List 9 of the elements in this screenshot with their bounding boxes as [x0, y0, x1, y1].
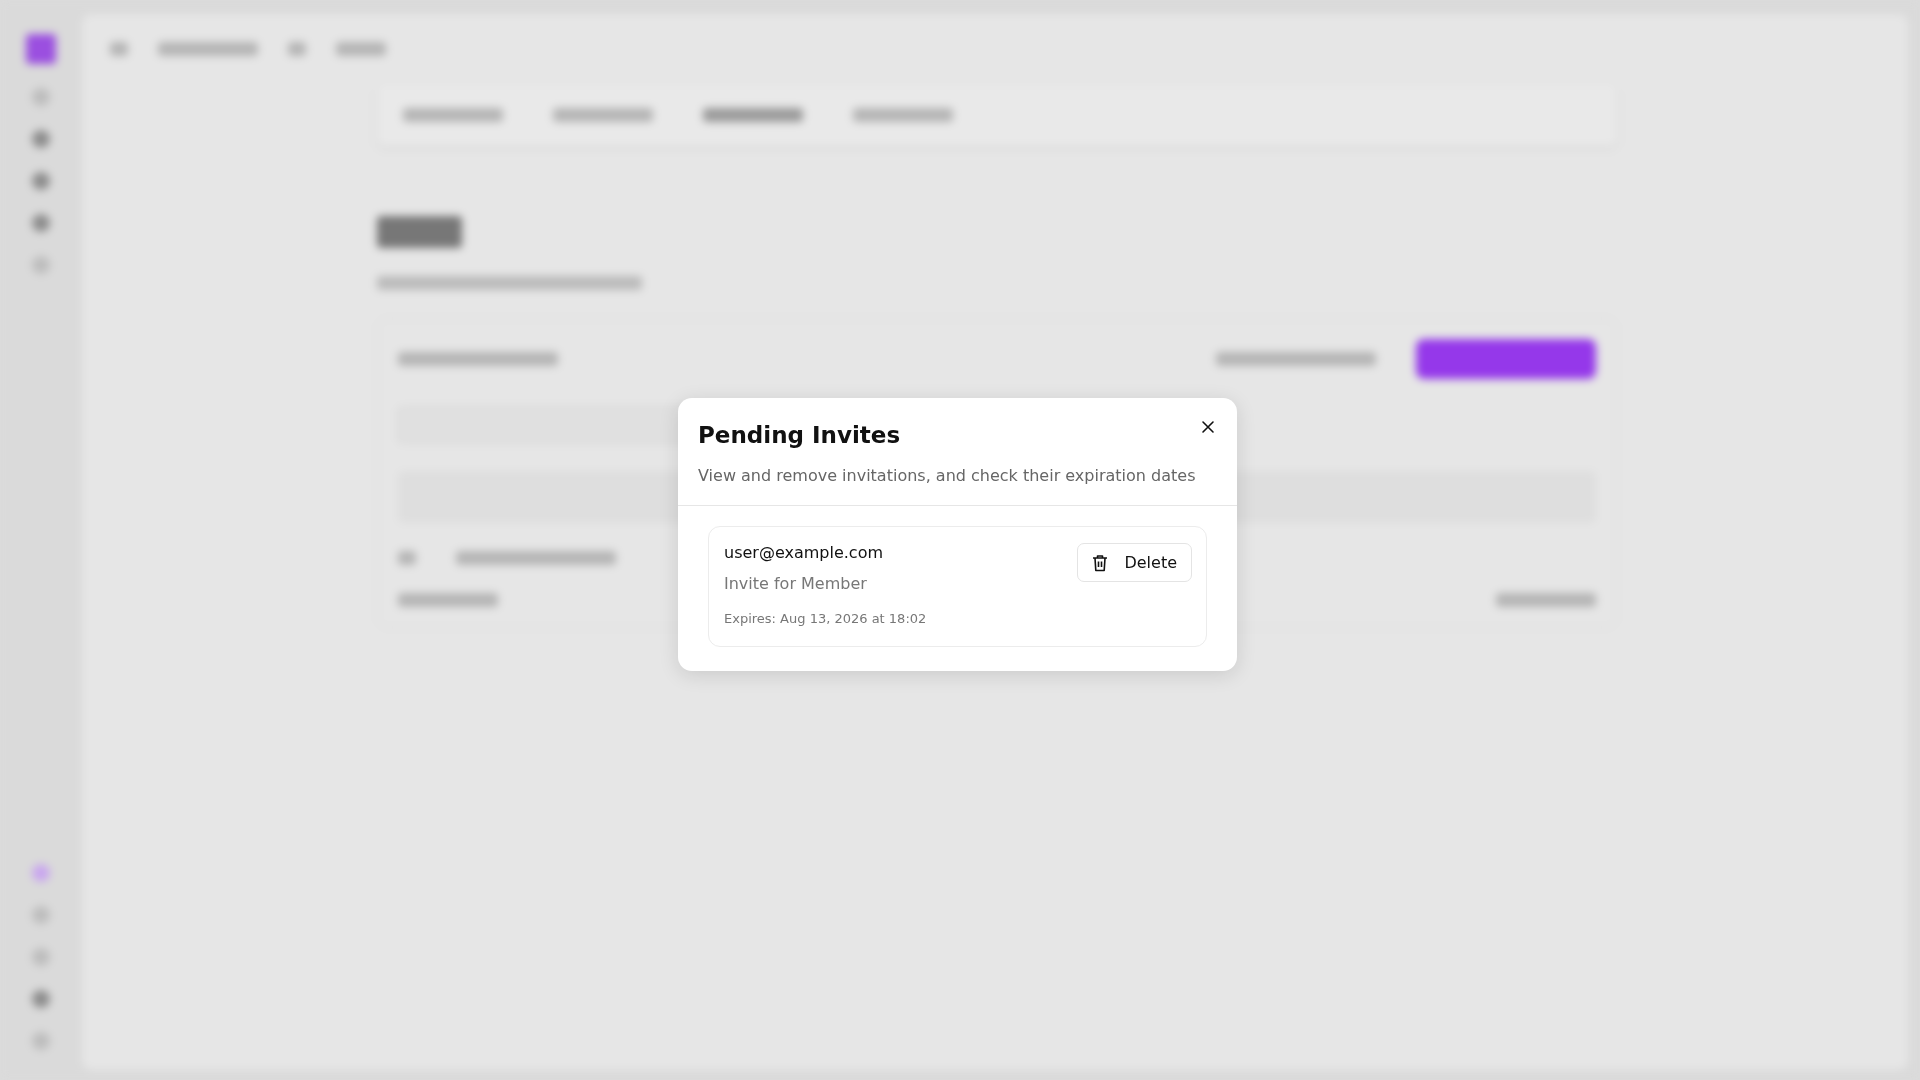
close-icon	[1201, 420, 1215, 434]
invite-expiry: Expires: Aug 13, 2026 at 18:02	[724, 611, 927, 626]
delete-button[interactable]: Delete	[1077, 543, 1192, 582]
close-button[interactable]	[1199, 418, 1217, 436]
invite-role: Invite for Member	[724, 574, 868, 593]
invite-email: user@example.com	[724, 543, 885, 562]
trash-icon	[1092, 553, 1109, 572]
dialog-title: Pending Invites	[698, 422, 901, 448]
dialog-description: View and remove invitations, and check their expiration dates	[698, 466, 1196, 485]
